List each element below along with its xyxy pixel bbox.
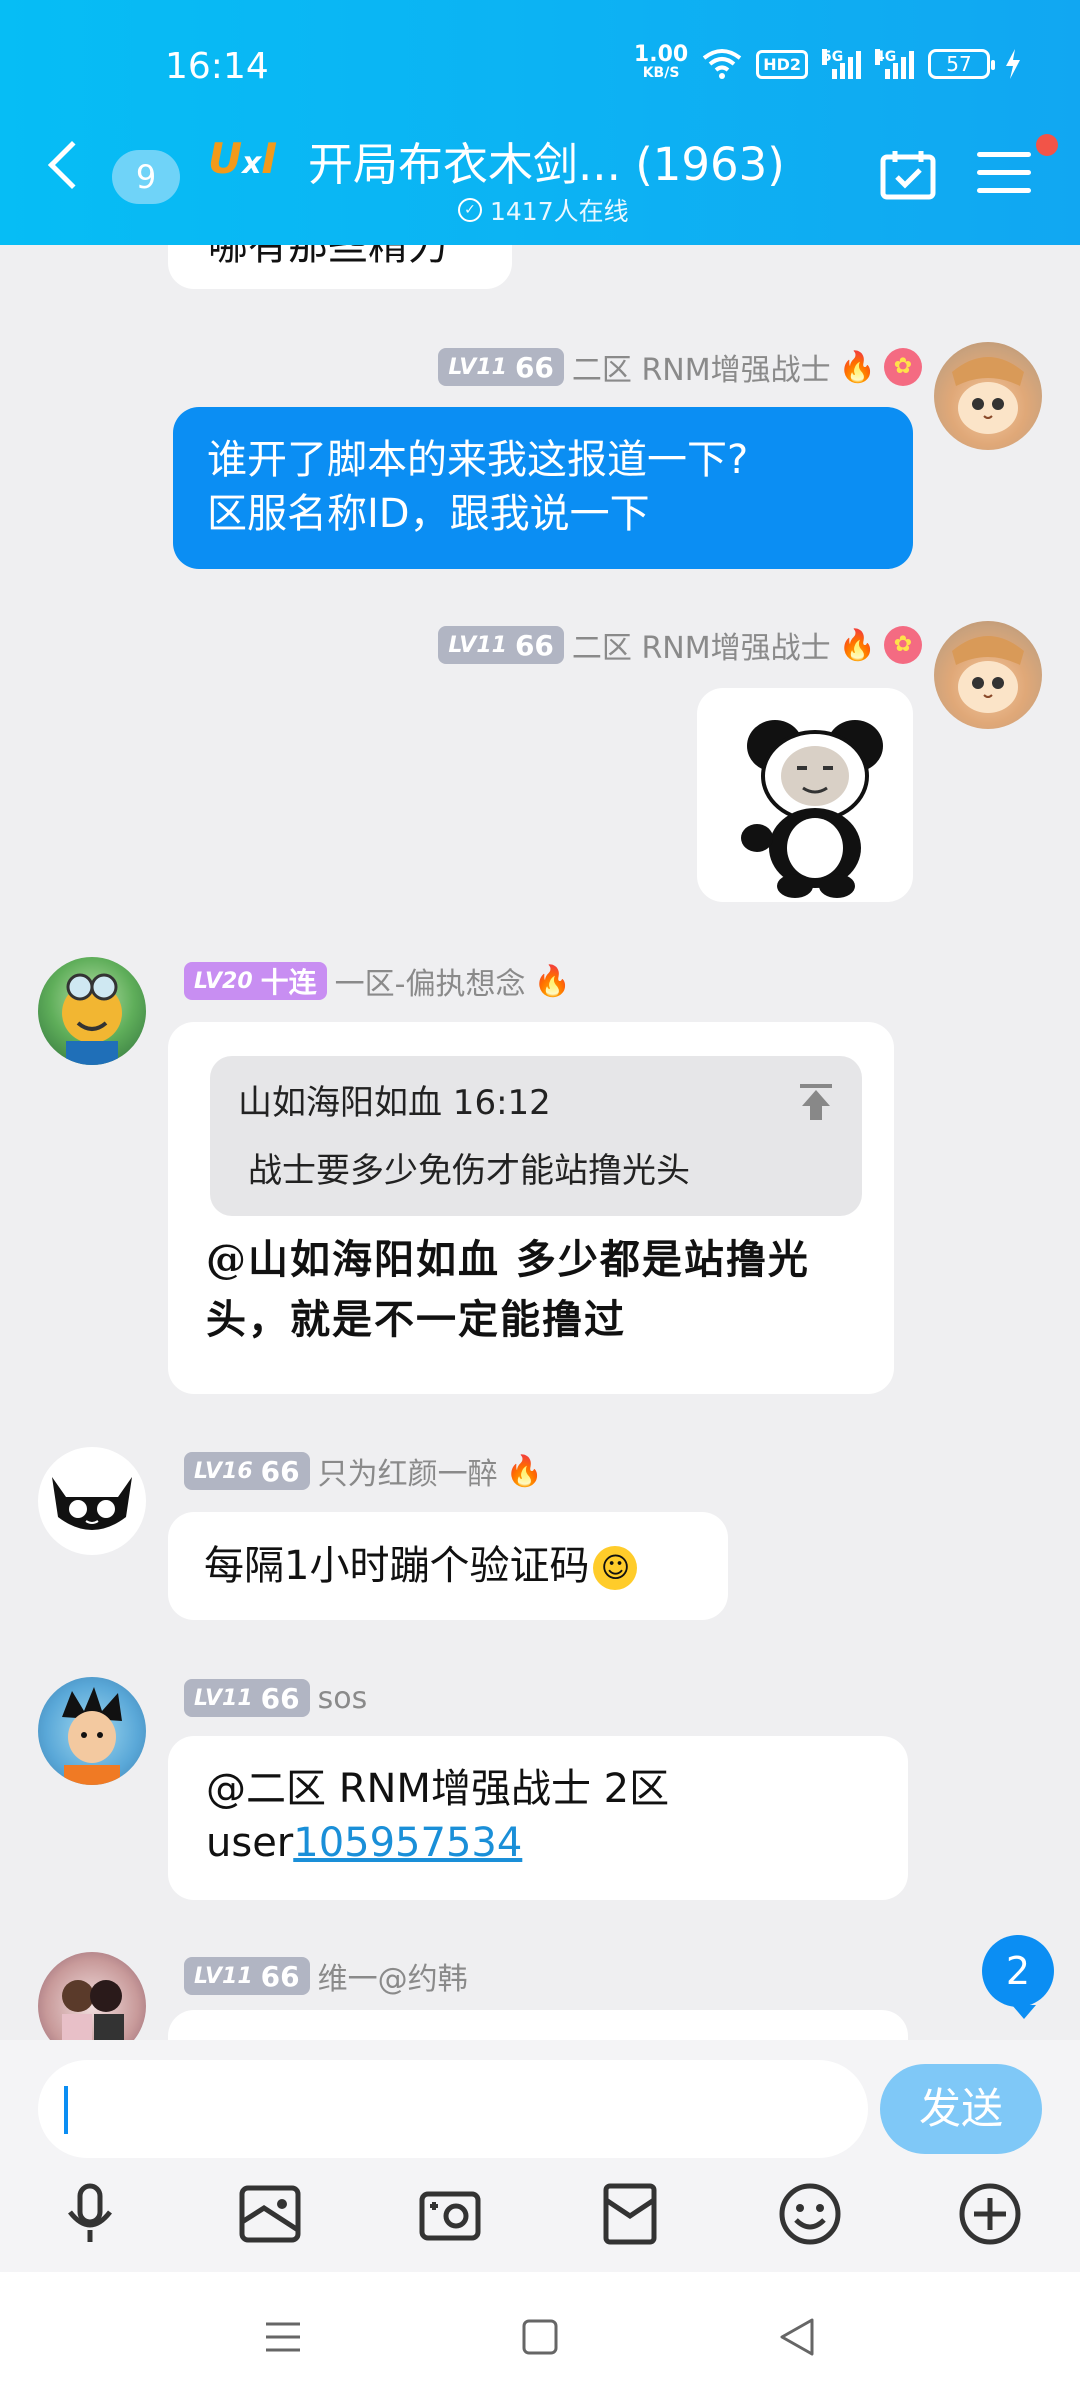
level-badge: LV11 66 bbox=[438, 348, 564, 386]
status-icons: 1.00 KB/S HD2 5G 4G 57 bbox=[633, 42, 1022, 82]
sender-name[interactable]: 维一@约韩 bbox=[318, 1954, 468, 1998]
cat-avatar-icon bbox=[952, 636, 1024, 713]
send-button[interactable]: 发送 bbox=[880, 2064, 1042, 2154]
sender-meta: LV16 66 只为红颜一醉 🔥 bbox=[184, 1449, 543, 1493]
level-badge: LV20 十连 bbox=[184, 962, 327, 1000]
sticker-image[interactable] bbox=[697, 688, 913, 902]
sender-name[interactable]: 二区 RNM增强战士 bbox=[572, 623, 831, 667]
jump-to-quote-icon[interactable] bbox=[798, 1082, 834, 1122]
message-bubble[interactable]: @二区 RNM增强战士 2区 user105957534 bbox=[168, 1736, 908, 1900]
image-icon[interactable] bbox=[234, 2178, 306, 2250]
sender-meta: LV20 十连 一区-偏执想念 🔥 bbox=[184, 959, 571, 1003]
level-badge: LV11 66 bbox=[438, 626, 564, 664]
network-speed: 1.00 KB/S bbox=[633, 42, 689, 82]
unread-count-badge[interactable]: 9 bbox=[112, 150, 180, 204]
quoted-message[interactable]: 山如海阳如血 16:12 战士要多少免伤才能站撸光头 bbox=[210, 1056, 862, 1216]
group-logo: UxI bbox=[208, 134, 278, 183]
avatar[interactable] bbox=[934, 621, 1042, 729]
character-avatar-icon bbox=[62, 973, 122, 1065]
signal-5g-icon: 5G bbox=[822, 49, 861, 79]
avatar[interactable] bbox=[934, 342, 1042, 450]
group-title[interactable]: 开局布衣木剑... (1963) bbox=[308, 128, 785, 193]
sender-meta: LV11 66 维一@约韩 bbox=[184, 1954, 468, 1998]
battery-icon: 57 bbox=[928, 49, 995, 79]
status-time: 16:14 bbox=[165, 46, 269, 87]
sender-meta: LV11 66 二区 RNM增强战士 🔥 ✿ bbox=[438, 345, 922, 389]
avatar[interactable] bbox=[38, 957, 146, 1065]
message-bubble[interactable] bbox=[168, 2010, 908, 2040]
sender-name[interactable]: 二区 RNM增强战士 bbox=[572, 345, 831, 389]
avatar[interactable] bbox=[38, 1677, 146, 1785]
black-cat-avatar-icon bbox=[52, 1477, 132, 1530]
flame-icon: 🔥 bbox=[838, 349, 876, 385]
text-caret bbox=[64, 2086, 68, 2134]
message-list[interactable]: 哪有那些精力 LV11 66 二区 RNM增强战士 🔥 ✿ 谁开了脚本的来我这报道… bbox=[0, 245, 1080, 2040]
sender-meta: LV11 66 sos bbox=[184, 1679, 367, 1717]
message-bubble[interactable]: 每隔1小时蹦个验证码 ☺ bbox=[168, 1512, 728, 1620]
signal-4g-icon: 4G bbox=[875, 49, 914, 79]
flame-icon: 🔥 bbox=[505, 1453, 543, 1489]
avatar[interactable] bbox=[38, 1952, 146, 2040]
panda-meme-icon bbox=[741, 720, 883, 898]
new-message-badge[interactable]: 2 bbox=[982, 1935, 1054, 2019]
hd-voice-badge: HD2 bbox=[756, 49, 808, 79]
sender-name[interactable]: 只为红颜一醉 bbox=[318, 1449, 498, 1493]
level-badge: LV11 66 bbox=[184, 1957, 310, 1995]
flower-icon: ✿ bbox=[884, 626, 922, 664]
flame-icon: 🔥 bbox=[533, 963, 571, 999]
composer: 发送 bbox=[0, 2040, 1080, 2272]
level-badge: LV11 66 bbox=[184, 1679, 310, 1717]
sender-name[interactable]: sos bbox=[318, 1681, 368, 1716]
recent-apps-icon[interactable] bbox=[258, 2312, 308, 2362]
user-id-link[interactable]: 105957534 bbox=[293, 1820, 522, 1866]
chat-header: 16:14 1.00 KB/S HD2 5G 4G 57 9 UxI 开局布衣木… bbox=[0, 0, 1080, 245]
couple-avatar-icon bbox=[62, 1980, 124, 2040]
avatar[interactable] bbox=[38, 1447, 146, 1555]
flower-icon: ✿ bbox=[884, 348, 922, 386]
notification-dot bbox=[1036, 134, 1058, 156]
online-count[interactable]: ✓ 1417人在线 bbox=[458, 192, 629, 228]
back-icon[interactable] bbox=[772, 2312, 822, 2362]
level-badge: LV16 66 bbox=[184, 1452, 310, 1490]
message-bubble[interactable]: 哪有那些精力 bbox=[168, 245, 512, 289]
emoji-icon[interactable] bbox=[774, 2178, 846, 2250]
message-bubble[interactable]: 山如海阳如血 16:12 战士要多少免伤才能站撸光头 @山如海阳如血 多少都是站… bbox=[168, 1022, 894, 1394]
camera-icon[interactable] bbox=[414, 2178, 486, 2250]
message-input[interactable] bbox=[38, 2060, 868, 2158]
red-packet-icon[interactable] bbox=[594, 2178, 666, 2250]
charging-icon bbox=[1006, 49, 1020, 79]
flame-icon: 🔥 bbox=[838, 627, 876, 663]
menu-icon[interactable] bbox=[977, 152, 1031, 198]
sender-meta: LV11 66 二区 RNM增强战士 🔥 ✿ bbox=[438, 623, 922, 667]
wifi-icon bbox=[702, 49, 742, 79]
cat-avatar-icon bbox=[952, 357, 1024, 434]
goku-avatar-icon bbox=[62, 1687, 122, 1785]
microphone-icon[interactable] bbox=[54, 2178, 126, 2250]
check-circle-icon: ✓ bbox=[458, 198, 482, 222]
system-navigation-bar bbox=[0, 2272, 1080, 2400]
plus-icon[interactable] bbox=[954, 2178, 1026, 2250]
home-icon[interactable] bbox=[515, 2312, 565, 2362]
grin-emoji-icon: ☺ bbox=[593, 1546, 638, 1590]
back-arrow-icon[interactable] bbox=[47, 140, 97, 190]
calendar-check-icon[interactable] bbox=[880, 150, 936, 200]
sender-name[interactable]: 一区-偏执想念 bbox=[335, 959, 526, 1003]
message-bubble[interactable]: 谁开了脚本的来我这报道一下? 区服名称ID，跟我说一下 bbox=[173, 407, 913, 569]
